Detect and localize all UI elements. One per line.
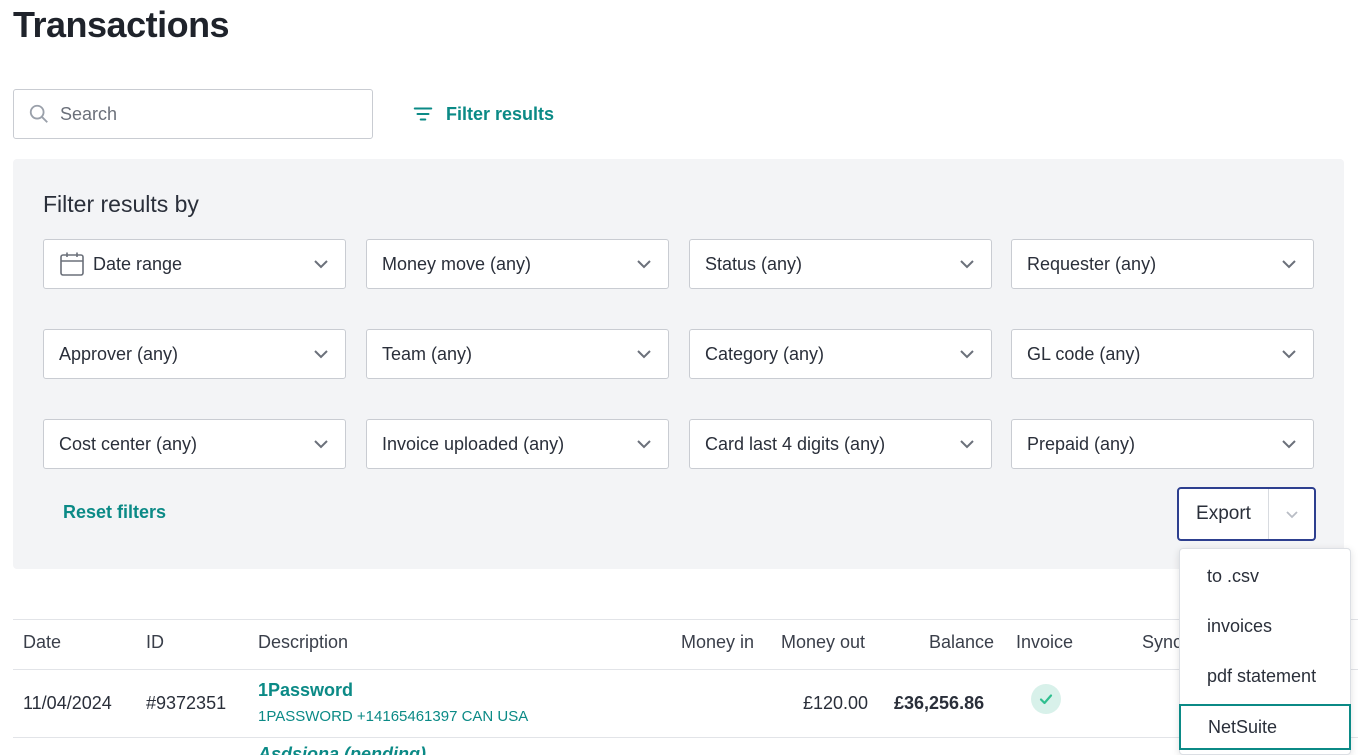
filter-panel-title: Filter results by	[43, 191, 199, 217]
chevron-down-icon	[314, 260, 328, 269]
column-header-money-out[interactable]: Money out	[781, 632, 865, 653]
row-description-link[interactable]: 1Password	[258, 680, 353, 701]
dropdown-label: Category (any)	[705, 343, 825, 364]
dropdown-label: Cost center (any)	[59, 433, 198, 454]
dropdown-label: Approver (any)	[59, 343, 179, 364]
category-dropdown[interactable]: Category (any)	[689, 329, 992, 379]
export-button[interactable]: Export	[1179, 489, 1269, 539]
chevron-down-icon	[1282, 260, 1296, 269]
money-move-dropdown[interactable]: Money move (any)	[366, 239, 669, 289]
chevron-down-icon	[637, 260, 651, 269]
dropdown-label: Team (any)	[382, 343, 473, 364]
chevron-down-icon	[637, 440, 651, 449]
export-menu-toggle[interactable]	[1269, 489, 1314, 539]
chevron-down-icon	[1285, 511, 1298, 519]
dropdown-label: Date range	[93, 253, 183, 274]
export-menu-item-csv[interactable]: to .csv	[1180, 553, 1350, 599]
export-menu-item-invoices[interactable]: invoices	[1180, 603, 1350, 649]
calendar-icon	[60, 252, 84, 276]
date-range-dropdown[interactable]: Date range	[43, 239, 346, 289]
status-dropdown[interactable]: Status (any)	[689, 239, 992, 289]
dropdown-label: Invoice uploaded (any)	[382, 433, 565, 454]
row-merchant: 1PASSWORD +14165461397 CAN USA	[258, 708, 529, 725]
row-date: 11/04/2024	[23, 693, 112, 713]
approver-dropdown[interactable]: Approver (any)	[43, 329, 346, 379]
column-header-balance[interactable]: Balance	[929, 632, 994, 653]
filter-icon	[413, 107, 433, 121]
row-description-link[interactable]: Asdsiona (pending)	[258, 744, 426, 755]
reset-filters-link[interactable]: Reset filters	[63, 502, 166, 523]
checkmark-icon	[1039, 694, 1053, 705]
page-title: Transactions	[13, 4, 230, 45]
chevron-down-icon	[637, 350, 651, 359]
export-menu-item-netsuite[interactable]: NetSuite	[1179, 704, 1351, 750]
dropdown-label: Status (any)	[705, 253, 803, 274]
row-money-out: £120.00	[803, 693, 869, 713]
filter-results-button[interactable]: Filter results	[412, 98, 554, 130]
dropdown-label: Money move (any)	[382, 253, 532, 274]
table-header: Date ID Description Money in Money out B…	[13, 619, 1358, 670]
prepaid-dropdown[interactable]: Prepaid (any)	[1011, 419, 1314, 469]
invoice-uploaded-badge[interactable]	[1031, 684, 1061, 714]
table-row[interactable]: 11/04/2024 #9372351 1Password 1PASSWORD …	[13, 670, 1358, 738]
column-header-money-in[interactable]: Money in	[681, 632, 754, 653]
chevron-down-icon	[960, 350, 974, 359]
row-id: #9372351	[146, 693, 227, 713]
search-field[interactable]	[13, 89, 373, 139]
dropdown-label: GL code (any)	[1027, 343, 1141, 364]
column-header-invoice[interactable]: Invoice	[1016, 632, 1073, 653]
chevron-down-icon	[960, 440, 974, 449]
requester-dropdown[interactable]: Requester (any)	[1011, 239, 1314, 289]
export-split-button: Export	[1177, 487, 1316, 541]
search-input[interactable]	[60, 103, 340, 125]
chevron-down-icon	[1282, 440, 1296, 449]
dropdown-label: Requester (any)	[1027, 253, 1157, 274]
cost-center-dropdown[interactable]: Cost center (any)	[43, 419, 346, 469]
team-dropdown[interactable]: Team (any)	[366, 329, 669, 379]
filter-panel: Filter results by Date range Money move …	[13, 159, 1344, 569]
column-header-id[interactable]: ID	[146, 632, 164, 653]
gl-code-dropdown[interactable]: GL code (any)	[1011, 329, 1314, 379]
invoice-uploaded-dropdown[interactable]: Invoice uploaded (any)	[366, 419, 669, 469]
filter-results-label: Filter results	[446, 103, 555, 124]
export-menu-item-pdf-statement[interactable]: pdf statement	[1180, 653, 1350, 699]
column-header-description[interactable]: Description	[258, 632, 348, 653]
chevron-down-icon	[314, 440, 328, 449]
chevron-down-icon	[314, 350, 328, 359]
column-header-sync[interactable]: Sync	[1142, 632, 1182, 653]
chevron-down-icon	[960, 260, 974, 269]
export-menu: to .csv invoices pdf statement NetSuite	[1179, 548, 1351, 755]
row-balance: £36,256.86	[894, 693, 985, 713]
dropdown-label: Prepaid (any)	[1027, 433, 1136, 454]
chevron-down-icon	[1282, 350, 1296, 359]
search-icon	[29, 104, 48, 123]
card-last-4-dropdown[interactable]: Card last 4 digits (any)	[689, 419, 992, 469]
column-header-date[interactable]: Date	[23, 632, 61, 653]
dropdown-label: Card last 4 digits (any)	[705, 433, 886, 454]
